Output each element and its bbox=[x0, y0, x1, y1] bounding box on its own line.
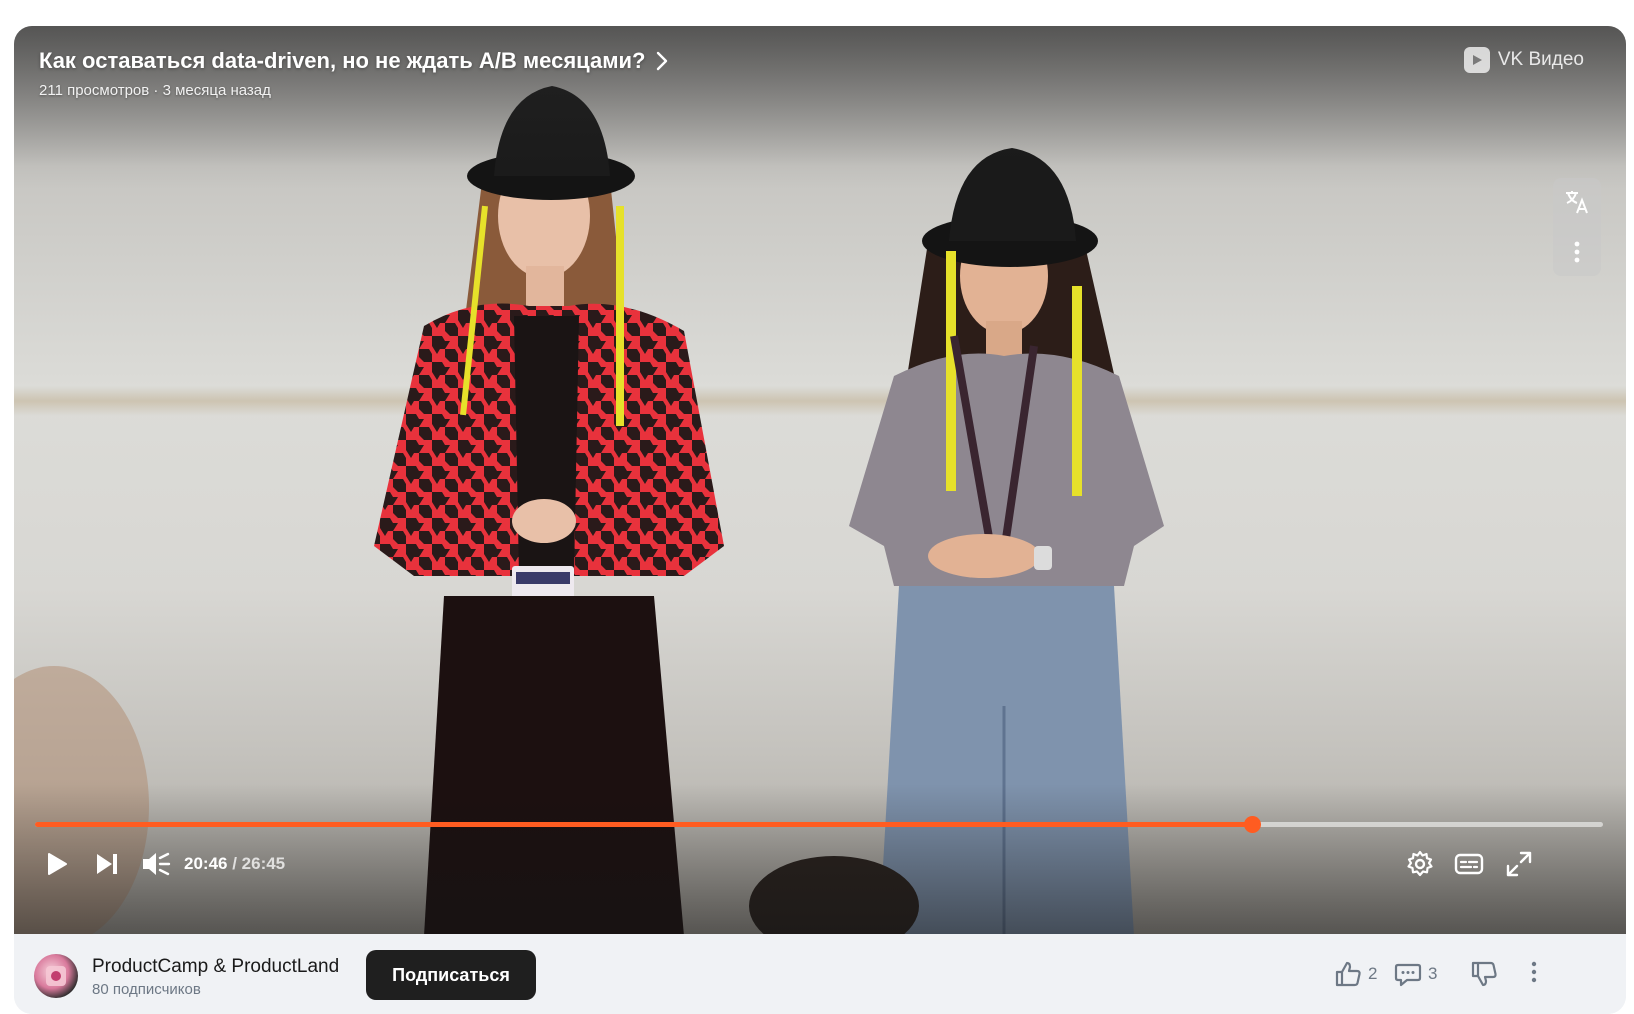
channel-subscribers: 80 подписчиков bbox=[92, 981, 201, 998]
more-vertical-icon bbox=[1574, 241, 1580, 263]
play-button[interactable] bbox=[41, 848, 73, 880]
dislike-button[interactable] bbox=[1470, 960, 1498, 988]
subscribe-button[interactable]: Подписаться bbox=[366, 950, 536, 1000]
channel-bar: ProductCamp & ProductLand 80 подписчиков… bbox=[14, 934, 1626, 1014]
time-total: 26:45 bbox=[241, 854, 286, 873]
skip-next-icon bbox=[97, 854, 117, 874]
translate-icon bbox=[1566, 191, 1588, 214]
next-button[interactable] bbox=[91, 848, 123, 880]
volume-button[interactable] bbox=[140, 848, 172, 880]
channel-name[interactable]: ProductCamp & ProductLand bbox=[92, 956, 339, 978]
like-count: 2 bbox=[1368, 964, 1378, 983]
brand-label: VK Видео bbox=[1497, 49, 1584, 70]
video-title-text[interactable]: Как оставаться data-driven, но не ждать … bbox=[39, 48, 645, 74]
video-frame bbox=[14, 26, 1626, 934]
play-icon bbox=[48, 853, 67, 875]
video-player[interactable]: Как оставаться data-driven, но не ждать … bbox=[14, 26, 1626, 934]
thumbs-up-icon bbox=[1335, 961, 1361, 987]
more-actions-button[interactable] bbox=[1530, 960, 1538, 984]
vk-video-brand[interactable]: VK Видео bbox=[1463, 47, 1584, 73]
comments-button[interactable]: 3 bbox=[1394, 960, 1437, 988]
translate-button[interactable] bbox=[1553, 180, 1601, 224]
more-options-button[interactable] bbox=[1553, 230, 1601, 274]
chevron-right-icon[interactable] bbox=[655, 51, 669, 71]
time-separator: / bbox=[227, 854, 242, 873]
gear-icon bbox=[1407, 850, 1433, 877]
thumbs-down-icon bbox=[1471, 961, 1497, 987]
channel-avatar[interactable] bbox=[34, 954, 78, 998]
comment-icon bbox=[1394, 963, 1422, 987]
player-controls: 20:46 / 26:45 bbox=[14, 838, 1626, 888]
time-current: 20:46 bbox=[184, 854, 228, 873]
comment-count: 3 bbox=[1428, 964, 1438, 983]
side-panel bbox=[1553, 178, 1601, 276]
vk-video-logo-icon bbox=[1463, 47, 1490, 73]
video-meta: 211 просмотров · 3 месяца назад bbox=[39, 82, 271, 99]
like-button[interactable]: 2 bbox=[1334, 960, 1377, 988]
fullscreen-button[interactable] bbox=[1503, 848, 1535, 880]
subtitles-icon bbox=[1454, 853, 1484, 875]
time-display: 20:46 / 26:45 bbox=[184, 854, 285, 874]
volume-muted-icon bbox=[143, 852, 171, 876]
wall-stripe bbox=[14, 386, 1626, 416]
avatar-image bbox=[46, 966, 66, 986]
video-title[interactable]: Как оставаться data-driven, но не ждать … bbox=[39, 48, 669, 74]
video-card: Как оставаться data-driven, но не ждать … bbox=[14, 26, 1626, 1014]
subtitles-button[interactable] bbox=[1453, 848, 1485, 880]
settings-button[interactable] bbox=[1404, 848, 1436, 880]
fullscreen-icon bbox=[1506, 851, 1532, 877]
more-vertical-icon bbox=[1531, 961, 1537, 983]
seek-bar[interactable] bbox=[35, 816, 1603, 833]
seek-bar-played bbox=[35, 822, 1253, 827]
